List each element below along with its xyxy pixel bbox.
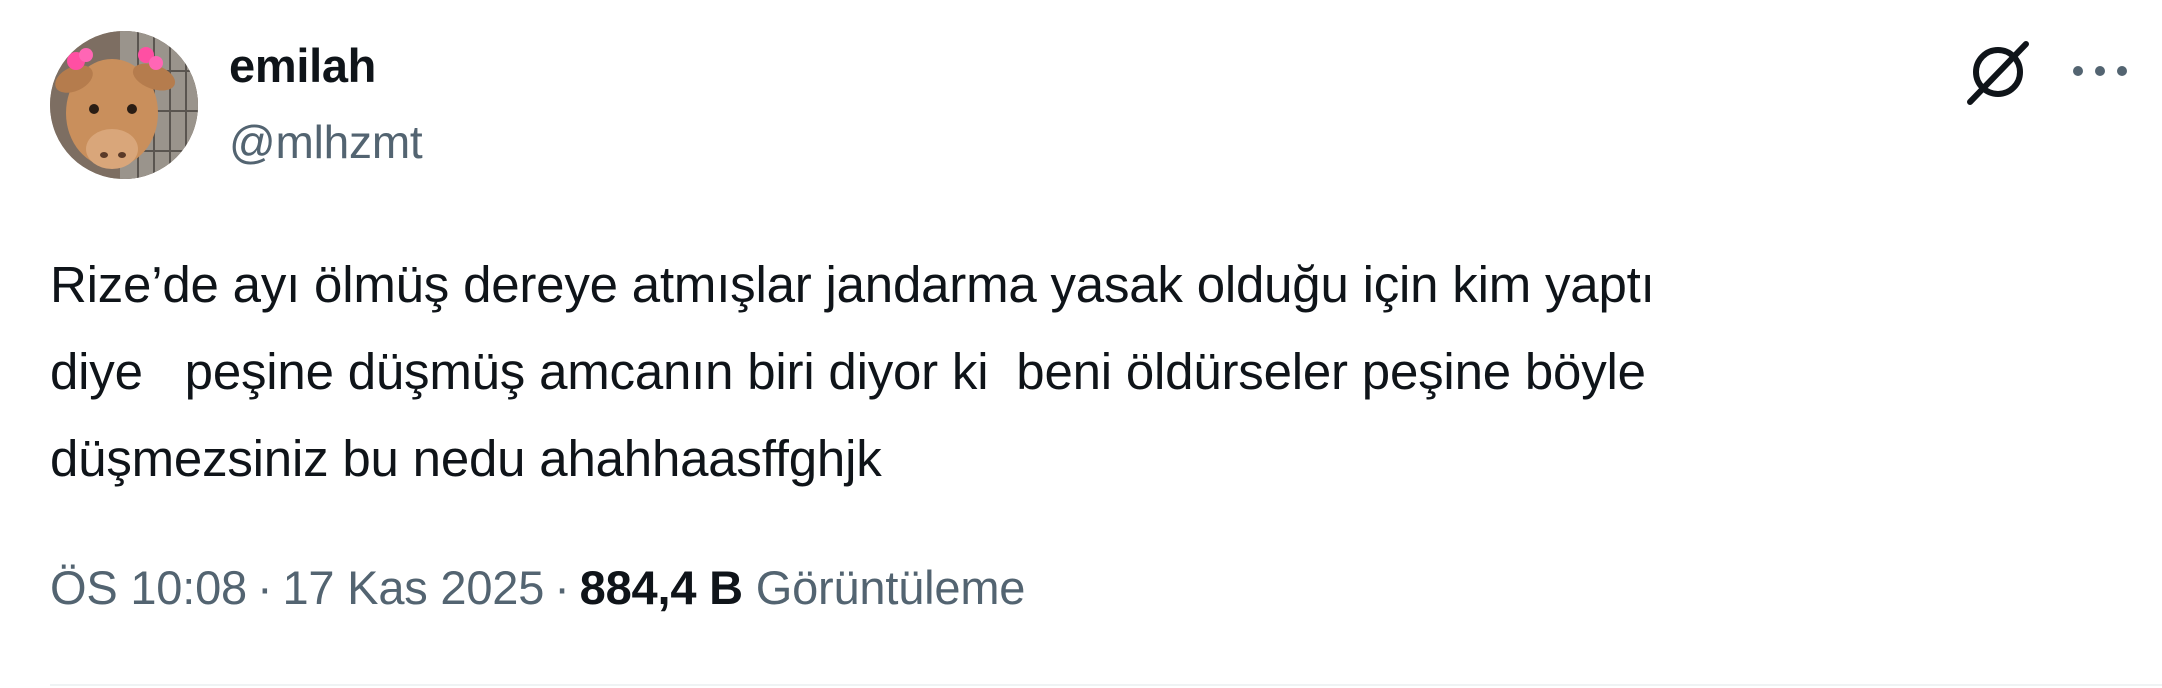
author-handle[interactable]: @mlhzmt [229,114,423,170]
views-label[interactable]: Görüntüleme [756,561,1026,614]
tweet-time[interactable]: ÖS 10:08 [50,561,247,614]
tweet-card: emilah @mlhzmt Rize’de ayı ölmüş dereye … [0,0,2162,688]
more-dots-icon[interactable] [2070,46,2130,96]
meta-separator: · [256,561,273,614]
calf-avatar-image [50,31,198,179]
tweet-meta: ÖS 10:08 · 17 Kas 2025 · 884,4 B Görüntüleme [50,560,1025,616]
grok-slash-icon[interactable] [1962,36,2034,108]
avatar[interactable] [50,31,198,179]
meta-separator: · [554,561,570,614]
tweet-text: Rize’de ayı ölmüş dereye atmışlar jandar… [50,256,1655,487]
author-display-name[interactable]: emilah [229,38,376,94]
divider [50,684,2162,686]
tweet-date[interactable]: 17 Kas 2025 [282,561,544,614]
views-count[interactable]: 884,4 B [580,561,743,614]
